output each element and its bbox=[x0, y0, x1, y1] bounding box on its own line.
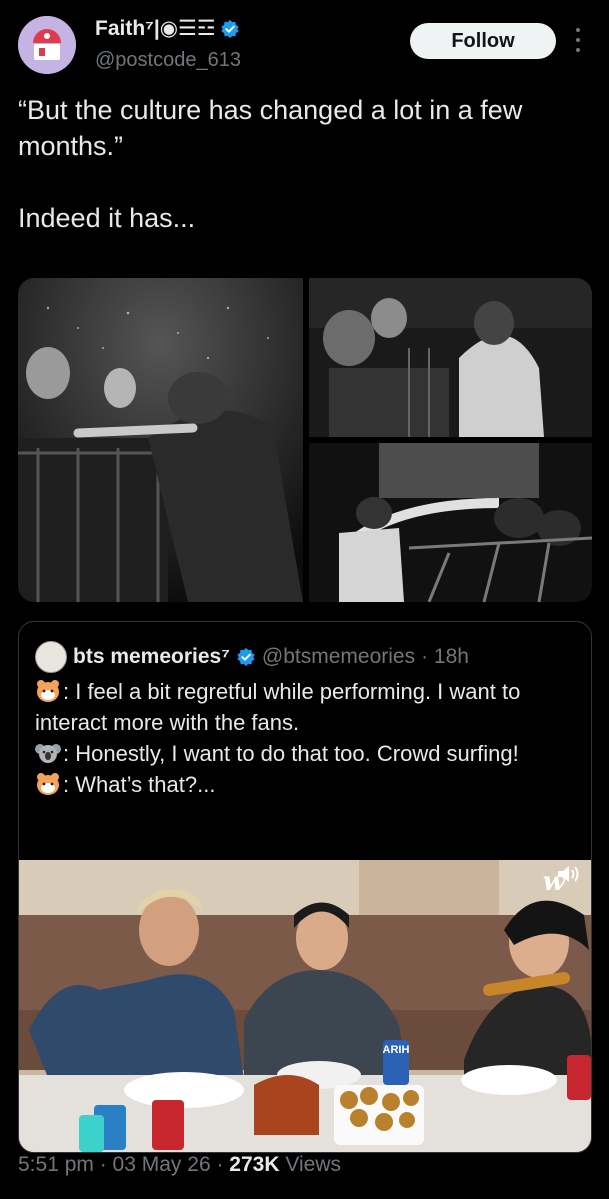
quoted-author-handle[interactable]: @btsmemeories bbox=[262, 645, 415, 669]
quoted-video[interactable]: w ARIH bbox=[19, 860, 591, 1152]
quote-line-text: : What’s that?... bbox=[63, 772, 216, 797]
verified-badge-icon bbox=[237, 647, 255, 667]
more-options-icon[interactable] bbox=[568, 28, 588, 52]
quoted-tweet[interactable]: bts memeories⁷ @btsmemeories · 18h : I f… bbox=[18, 621, 592, 1153]
quoted-author-avatar[interactable] bbox=[35, 641, 67, 673]
tweet-date: · 03 May 26 · bbox=[99, 1153, 224, 1176]
author-handle[interactable]: @postcode_613 bbox=[95, 49, 241, 72]
quote-line: : Honestly, I want to do that too. Crowd… bbox=[35, 738, 575, 769]
verified-badge-icon bbox=[221, 19, 239, 38]
mute-toggle-icon[interactable] bbox=[555, 862, 581, 886]
tweet-text: “But the culture has changed a lot in a … bbox=[18, 95, 523, 233]
quote-line: : What’s that?... bbox=[35, 769, 575, 800]
quote-line-text: : I feel a bit regretful while performin… bbox=[35, 679, 521, 735]
views-label: Views bbox=[285, 1153, 341, 1176]
photo-concert-fans-reaching[interactable] bbox=[309, 278, 592, 437]
views-count[interactable]: 273K bbox=[229, 1153, 279, 1176]
photo-concert-handshake[interactable] bbox=[18, 278, 303, 602]
quoted-tweet-header: bts memeories⁷ @btsmemeories · 18h bbox=[35, 641, 469, 673]
author-name-row: Faith⁷|◉☰☲ bbox=[95, 16, 240, 41]
author-name[interactable]: Faith⁷|◉☰☲ bbox=[95, 16, 216, 41]
quoted-author-name[interactable]: bts memeories⁷ bbox=[73, 645, 230, 669]
photo-concert-hand-reach[interactable] bbox=[309, 443, 592, 602]
quoted-tweet-text: : I feel a bit regretful while performin… bbox=[35, 676, 575, 800]
quote-line-text: : Honestly, I want to do that too. Crowd… bbox=[63, 741, 519, 766]
can-label: ARIH bbox=[383, 1044, 410, 1056]
koala-emoji-icon bbox=[35, 744, 61, 763]
tweet-time: 5:51 pm bbox=[18, 1153, 94, 1176]
tweet-meta: 5:51 pm · 03 May 26 · 273K Views bbox=[18, 1153, 341, 1177]
author-avatar[interactable] bbox=[18, 16, 76, 74]
media-grid bbox=[18, 278, 592, 602]
quoted-tweet-time: · 18h bbox=[421, 645, 469, 668]
hamster-emoji-icon bbox=[37, 680, 59, 702]
hamster-emoji-icon bbox=[37, 773, 59, 795]
quote-line: : I feel a bit regretful while performin… bbox=[35, 676, 575, 738]
follow-button[interactable]: Follow bbox=[410, 23, 556, 59]
